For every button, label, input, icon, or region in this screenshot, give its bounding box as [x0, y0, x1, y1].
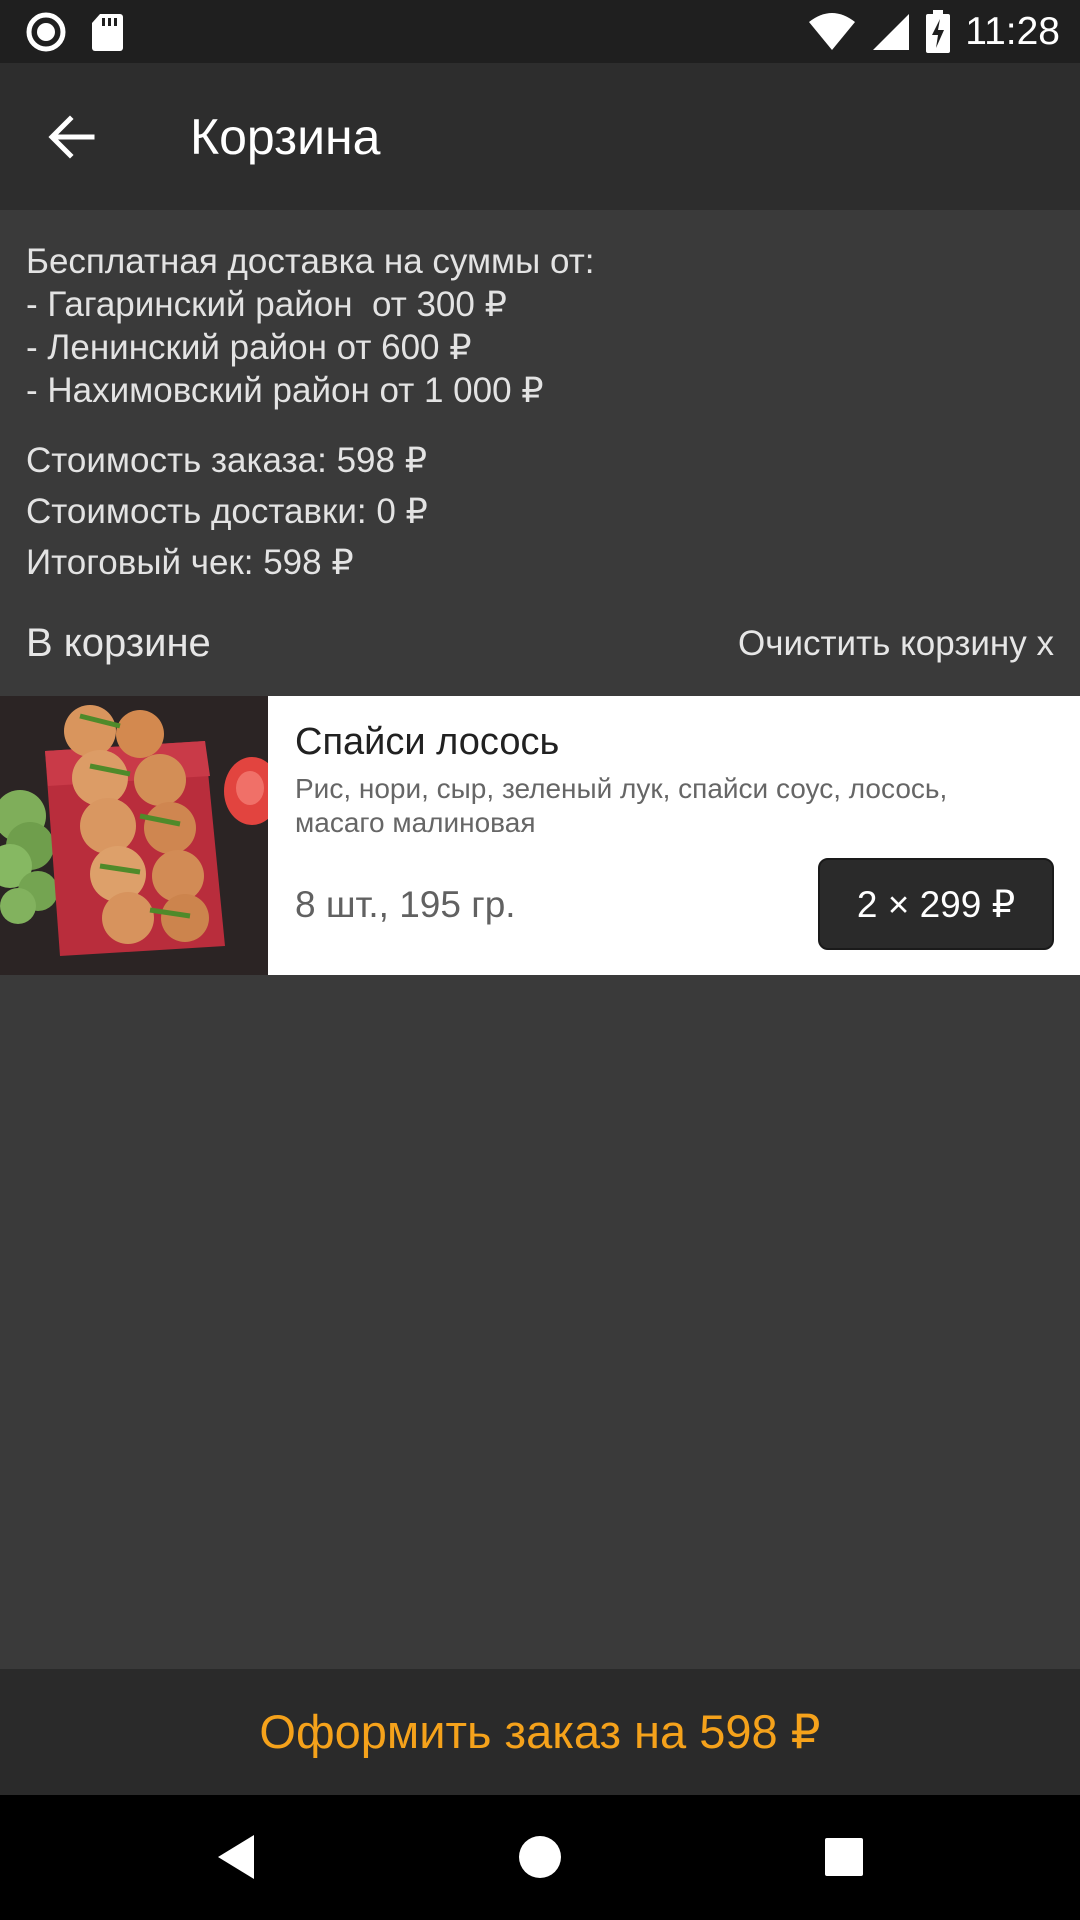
- delivery-info-heading: Бесплатная доставка на суммы от:: [26, 242, 595, 281]
- page-title: Корзина: [190, 109, 381, 165]
- item-weight: 8 шт., 195 гр.: [295, 884, 516, 925]
- delivery-cost: Стоимость доставки: 0 ₽: [26, 492, 428, 531]
- app-bar: Корзина: [0, 63, 1080, 210]
- status-time: 11:28: [965, 10, 1060, 53]
- sd-card-icon: [92, 14, 123, 51]
- status-bar-right: 11:28: [807, 6, 1060, 58]
- cellular-signal-icon: [873, 14, 910, 50]
- cart-label: В корзине: [26, 621, 211, 665]
- clear-cart-button[interactable]: Очистить корзину x: [738, 622, 1054, 666]
- delivery-info: Бесплатная доставка на суммы от: - Гагар…: [26, 240, 1056, 412]
- nav-home-icon: [519, 1836, 561, 1878]
- delivery-info-line: - Ленинский район от 600 ₽: [26, 328, 472, 367]
- nav-home-button[interactable]: [508, 1825, 572, 1889]
- back-button[interactable]: [40, 105, 104, 169]
- record-icon: [26, 12, 66, 52]
- sushi-roll-photo: [0, 696, 268, 975]
- nav-back-icon: [218, 1835, 254, 1879]
- checkout-button[interactable]: Оформить заказ на 598 ₽: [0, 1669, 1080, 1795]
- status-bar-left: [26, 12, 124, 52]
- nav-recents-icon: [825, 1838, 863, 1876]
- cart-item[interactable]: Спайси лосось Рис, нори, сыр, зеленый лу…: [0, 696, 1080, 975]
- arrow-back-icon: [48, 115, 95, 159]
- order-cost: Стоимость заказа: 598 ₽: [26, 441, 427, 480]
- delivery-info-line: - Гагаринский район от 300 ₽: [26, 285, 507, 324]
- order-totals: Стоимость заказа: 598 ₽ Стоимость достав…: [26, 435, 428, 588]
- nav-back-button[interactable]: [204, 1825, 268, 1889]
- system-nav-bar: [0, 1795, 1080, 1920]
- checkout-label: Оформить заказ на 598 ₽: [259, 1705, 821, 1758]
- status-bar: 11:28: [0, 0, 1080, 63]
- delivery-info-line: - Нахимовский район от 1 000 ₽: [26, 371, 544, 410]
- item-description: Рис, нори, сыр, зеленый лук, спайси соус…: [295, 773, 948, 838]
- final-total: Итоговый чек: 598 ₽: [26, 543, 354, 582]
- wifi-icon: [809, 13, 856, 50]
- quantity-price-button[interactable]: 2 × 299 ₽: [818, 858, 1054, 950]
- nav-recents-button[interactable]: [812, 1825, 876, 1889]
- battery-charging-icon: [926, 10, 951, 53]
- cart-header: В корзине Очистить корзину x: [26, 618, 1054, 668]
- item-name: Спайси лосось: [295, 721, 560, 763]
